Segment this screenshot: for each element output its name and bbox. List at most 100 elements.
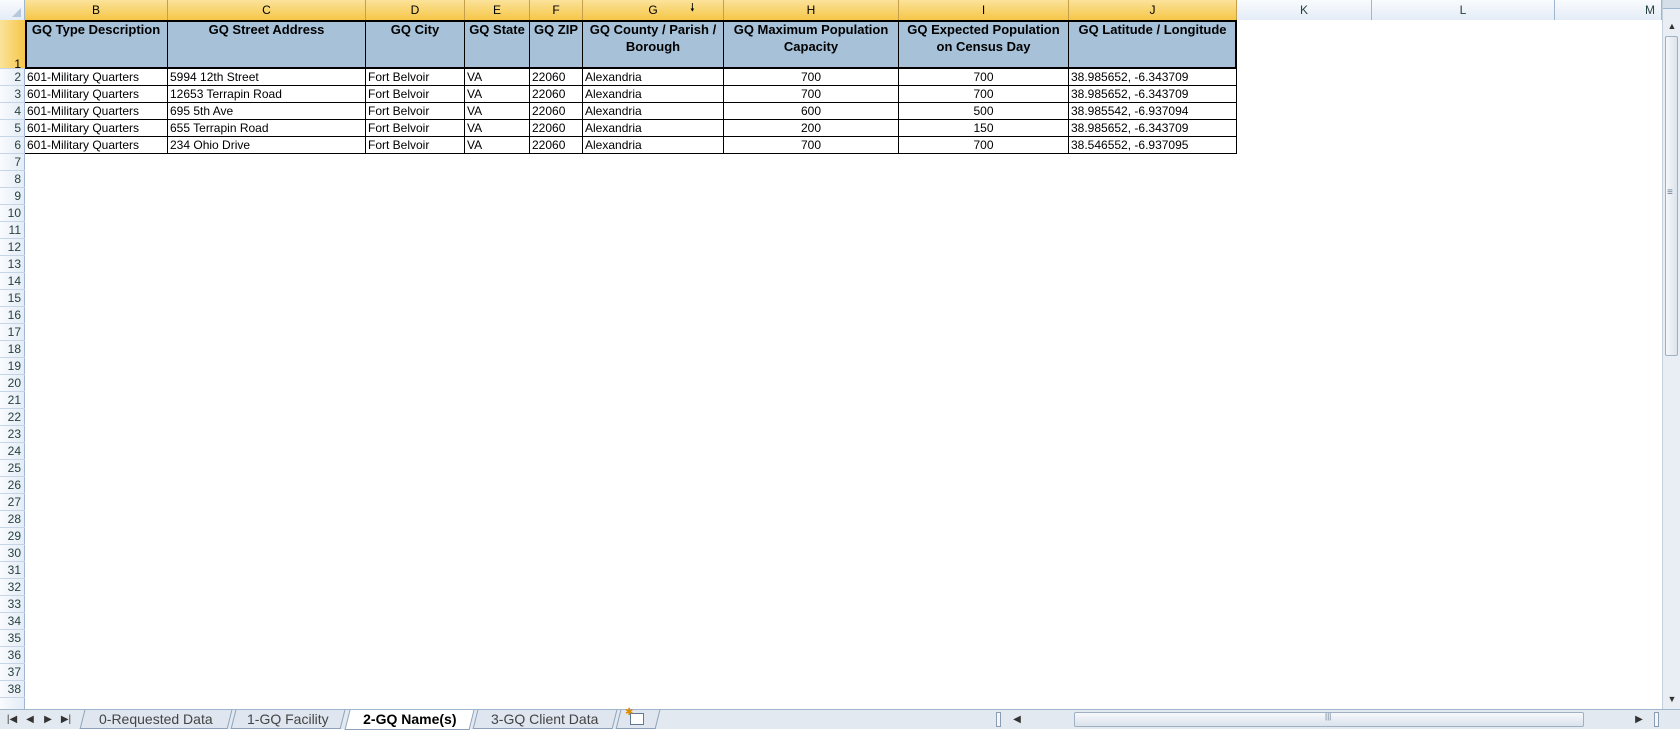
row-header-22[interactable]: 22 — [0, 409, 25, 426]
table-cell[interactable]: 38.985652, -6.343709 — [1069, 86, 1237, 103]
header-cell[interactable]: GQ City — [366, 20, 465, 69]
column-header-d[interactable]: D — [366, 0, 465, 20]
column-header-g[interactable]: G — [583, 0, 724, 20]
table-cell[interactable]: 38.546552, -6.937095 — [1069, 137, 1237, 154]
row-header-34[interactable]: 34 — [0, 613, 25, 630]
row-header-17[interactable]: 17 — [0, 324, 25, 341]
row-header-19[interactable]: 19 — [0, 358, 25, 375]
table-cell[interactable]: 12653 Terrapin Road — [168, 86, 366, 103]
row-header-18[interactable]: 18 — [0, 341, 25, 358]
table-cell[interactable]: 700 — [899, 69, 1069, 86]
table-cell[interactable]: 601-Military Quarters — [25, 137, 168, 154]
row-header-30[interactable]: 30 — [0, 545, 25, 562]
header-cell[interactable]: GQ ZIP — [530, 20, 583, 69]
sheet-tab-requested-data[interactable]: 0-Requested Data — [79, 710, 233, 729]
table-cell[interactable]: VA — [465, 120, 530, 137]
table-cell[interactable]: 500 — [899, 103, 1069, 120]
row-header-27[interactable]: 27 — [0, 494, 25, 511]
split-box[interactable] — [1663, 0, 1680, 9]
row-header-28[interactable]: 28 — [0, 511, 25, 528]
horizontal-scroll-thumb[interactable] — [1074, 712, 1584, 727]
row-header-23[interactable]: 23 — [0, 426, 25, 443]
header-cell[interactable]: GQ Type Description — [25, 20, 168, 69]
row-header-12[interactable]: 12 — [0, 239, 25, 256]
table-cell[interactable]: 22060 — [530, 120, 583, 137]
table-cell[interactable]: 700 — [724, 69, 899, 86]
row-header-10[interactable]: 10 — [0, 205, 25, 222]
row-header-8[interactable]: 8 — [0, 171, 25, 188]
table-cell[interactable]: 601-Military Quarters — [25, 69, 168, 86]
table-cell[interactable]: Fort Belvoir — [366, 103, 465, 120]
horizontal-split-box[interactable] — [1654, 712, 1659, 727]
table-cell[interactable]: 38.985542, -6.937094 — [1069, 103, 1237, 120]
column-header-m[interactable]: M — [1555, 0, 1662, 20]
sheet-tab-gq-names[interactable]: 2-GQ Name(s) — [344, 710, 475, 730]
row-header-38[interactable]: 38 — [0, 681, 25, 698]
row-header-5[interactable]: 5 — [0, 120, 25, 137]
table-cell[interactable]: 22060 — [530, 86, 583, 103]
header-cell[interactable]: GQ Latitude / Longitude — [1069, 20, 1237, 69]
table-cell[interactable]: Fort Belvoir — [366, 86, 465, 103]
worksheet-grid[interactable]: GQ Type Description GQ Street Address GQ C… — [25, 20, 1662, 709]
row-header-35[interactable]: 35 — [0, 630, 25, 647]
table-cell[interactable]: Alexandria — [583, 69, 724, 86]
row-header-15[interactable]: 15 — [0, 290, 25, 307]
table-cell[interactable]: VA — [465, 69, 530, 86]
insert-worksheet-icon[interactable] — [625, 707, 644, 725]
row-header-26[interactable]: 26 — [0, 477, 25, 494]
table-cell[interactable]: 700 — [899, 86, 1069, 103]
column-header-f[interactable]: F — [530, 0, 583, 20]
header-cell[interactable]: GQ Maximum Population Capacity — [724, 20, 899, 69]
tab-split-handle[interactable] — [996, 712, 1001, 727]
first-sheet-icon[interactable]: |◀ — [4, 712, 20, 727]
header-cell[interactable]: GQ County / Parish / Borough — [583, 20, 724, 69]
table-cell[interactable]: 22060 — [530, 137, 583, 154]
table-cell[interactable]: 200 — [724, 120, 899, 137]
row-header-3[interactable]: 3 — [0, 86, 25, 103]
table-cell[interactable]: Alexandria — [583, 120, 724, 137]
table-cell[interactable]: 150 — [899, 120, 1069, 137]
table-cell[interactable]: 700 — [899, 137, 1069, 154]
row-header-16[interactable]: 16 — [0, 307, 25, 324]
select-all-corner[interactable] — [0, 0, 25, 20]
table-cell[interactable]: 700 — [724, 137, 899, 154]
row-header-21[interactable]: 21 — [0, 392, 25, 409]
row-header-2[interactable]: 2 — [0, 69, 25, 86]
next-sheet-icon[interactable]: ▶ — [40, 712, 56, 727]
row-header-6[interactable]: 6 — [0, 137, 25, 154]
row-header-31[interactable]: 31 — [0, 562, 25, 579]
table-cell[interactable]: 600 — [724, 103, 899, 120]
table-cell[interactable]: Fort Belvoir — [366, 120, 465, 137]
prev-sheet-icon[interactable]: ◀ — [22, 712, 38, 727]
column-header-l[interactable]: L — [1372, 0, 1555, 20]
column-header-e[interactable]: E — [465, 0, 530, 20]
scroll-right-icon[interactable]: ▶ — [1632, 712, 1646, 727]
scroll-left-icon[interactable]: ◀ — [1010, 712, 1024, 727]
table-cell[interactable]: Fort Belvoir — [366, 137, 465, 154]
row-header-4[interactable]: 4 — [0, 103, 25, 120]
column-header-c[interactable]: C — [168, 0, 366, 20]
table-cell[interactable]: 38.985652, -6.343709 — [1069, 120, 1237, 137]
row-header-36[interactable]: 36 — [0, 647, 25, 664]
last-sheet-icon[interactable]: ▶| — [58, 712, 74, 727]
row-header-1[interactable]: 1 — [0, 20, 25, 71]
column-header-k[interactable]: K — [1237, 0, 1372, 20]
table-cell[interactable]: Alexandria — [583, 86, 724, 103]
column-header-h[interactable]: H — [724, 0, 899, 20]
column-header-j[interactable]: J — [1069, 0, 1237, 20]
table-cell[interactable]: 601-Military Quarters — [25, 120, 168, 137]
header-cell[interactable]: GQ Expected Population on Census Day — [899, 20, 1069, 69]
vertical-scroll-thumb[interactable] — [1665, 36, 1678, 356]
row-header-32[interactable]: 32 — [0, 579, 25, 596]
row-header-29[interactable]: 29 — [0, 528, 25, 545]
scroll-up-icon[interactable]: ▲ — [1664, 18, 1680, 34]
row-header-37[interactable]: 37 — [0, 664, 25, 681]
table-cell[interactable]: 22060 — [530, 103, 583, 120]
table-cell[interactable]: VA — [465, 137, 530, 154]
table-cell[interactable]: 38.985652, -6.343709 — [1069, 69, 1237, 86]
row-header-33[interactable]: 33 — [0, 596, 25, 613]
row-header-7[interactable]: 7 — [0, 154, 25, 171]
table-cell[interactable]: 695 5th Ave — [168, 103, 366, 120]
table-cell[interactable]: 601-Military Quarters — [25, 86, 168, 103]
row-header-9[interactable]: 9 — [0, 188, 25, 205]
